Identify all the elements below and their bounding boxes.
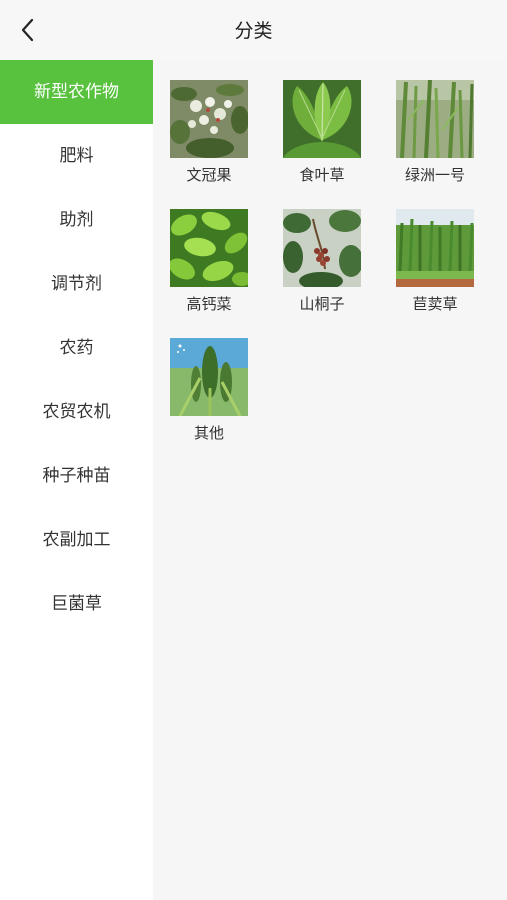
top-bar: 分类 [0, 0, 507, 60]
back-button[interactable] [12, 14, 44, 46]
sidebar-item-new-crops[interactable]: 新型农作物 [0, 60, 153, 124]
shantongzi-image [283, 209, 361, 287]
gaogaicai-image [170, 209, 248, 287]
grid-item-gaogaicai[interactable]: 高钙菜 [170, 209, 248, 314]
grid-item-label: 山桐子 [299, 295, 345, 313]
lvzhou-yihao-image [396, 80, 474, 158]
other-image [170, 338, 248, 416]
sidebar-item-pesticide[interactable]: 农药 [0, 316, 153, 380]
shiyecao-image [283, 80, 361, 158]
sidebar-item-agri-machinery[interactable]: 农贸农机 [0, 380, 153, 444]
sidebar-item-juncao-grass[interactable]: 巨菌草 [0, 572, 153, 636]
grid-item-wenguanguo[interactable]: 文冠果 [170, 80, 248, 185]
grid-item-shantongzi[interactable]: 山桐子 [283, 209, 361, 314]
qumaicao-image [396, 209, 474, 287]
wenguanguo-image [170, 80, 248, 158]
grid-item-label: 高钙菜 [186, 295, 232, 313]
grid-item-label: 其他 [193, 424, 224, 442]
grid-item-label: 食叶草 [299, 166, 345, 184]
sidebar-item-regulator[interactable]: 调节剂 [0, 252, 153, 316]
grid-item-qumaicao[interactable]: 苣荬草 [396, 209, 474, 314]
category-sidebar: 新型农作物 肥料 助剂 调节剂 农药 农贸农机 种子种苗 农副加工 巨菌草 [0, 60, 153, 900]
grid-item-label: 绿洲一号 [404, 166, 465, 184]
grid-item-shiyecao[interactable]: 食叶草 [283, 80, 361, 185]
grid-item-label: 苣荬草 [412, 295, 458, 313]
sidebar-item-processing[interactable]: 农副加工 [0, 508, 153, 572]
sidebar-item-seeds[interactable]: 种子种苗 [0, 444, 153, 508]
grid-item-label: 文冠果 [186, 166, 232, 184]
page-title: 分类 [234, 20, 273, 42]
sidebar-item-fertilizer[interactable]: 肥料 [0, 124, 153, 188]
chevron-left-icon [21, 18, 34, 42]
sidebar-item-adjuvant[interactable]: 助剂 [0, 188, 153, 252]
category-content: 文冠果 食叶草 绿洲一号 高钙菜 山桐子 苣荬草 其他 [153, 60, 507, 900]
grid-item-other[interactable]: 其他 [170, 338, 248, 443]
subcategory-grid: 文冠果 食叶草 绿洲一号 高钙菜 山桐子 苣荬草 其他 [170, 80, 500, 443]
grid-item-lvzhou-yihao[interactable]: 绿洲一号 [396, 80, 474, 185]
